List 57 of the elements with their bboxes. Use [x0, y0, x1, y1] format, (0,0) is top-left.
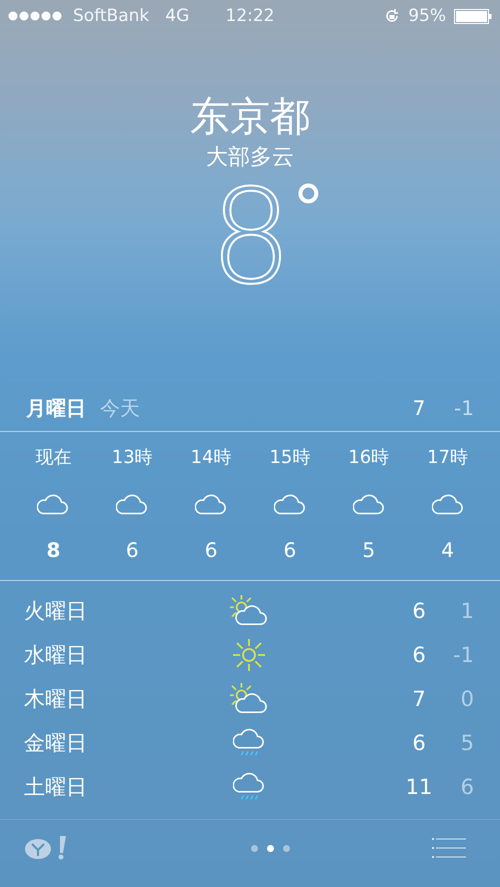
weekday-name: 金曜日 [24, 730, 88, 757]
logo-icon[interactable] [24, 835, 68, 861]
rain-cloud-icon [233, 728, 265, 758]
day-name: 月曜日 [26, 394, 86, 422]
hour-label: 14時 [190, 446, 232, 470]
low-temperature: 5 [460, 731, 474, 755]
high-temperature: 7 [412, 396, 426, 420]
battery-icon [454, 8, 492, 24]
high-temperature: 7 [411, 687, 427, 711]
degree-sign: ° [292, 178, 324, 242]
weather-condition: 大部多云 [206, 144, 294, 172]
cloud-icon [352, 494, 385, 516]
high-temperature: 6 [411, 599, 427, 623]
sun-behind-cloud-icon [230, 595, 268, 627]
low-temperature: 1 [460, 599, 474, 623]
rotation-lock-icon [384, 8, 400, 24]
current-temperature: 8 [210, 172, 292, 302]
cloud-icon [274, 494, 306, 516]
low-temperature: 6 [460, 775, 474, 799]
hour-label: 13時 [112, 446, 153, 470]
sun-behind-cloud-icon [230, 683, 268, 715]
list-icon[interactable] [432, 838, 466, 858]
low-temperature: 0 [460, 687, 474, 711]
hour-temperature: 4 [441, 538, 454, 562]
hour-label: 15時 [269, 446, 310, 470]
hour-label: 16時 [348, 446, 390, 470]
hour-temperature: 6 [284, 538, 296, 562]
rain-cloud-icon [233, 772, 265, 802]
weekday-name: 土曜日 [24, 774, 88, 801]
cloud-icon [116, 494, 148, 516]
hour-temperature: 6 [204, 538, 218, 562]
low-temperature: -1 [452, 643, 474, 667]
page-indicator-dot[interactable] [250, 844, 258, 852]
weekday-name: 火曜日 [24, 598, 88, 625]
weekday-name: 水曜日 [24, 642, 88, 669]
low-temperature: -1 [453, 396, 474, 420]
high-temperature: 6 [411, 643, 427, 667]
sun-icon [233, 639, 265, 671]
carrier-name: SoftBank [73, 6, 150, 26]
page-indicator-dot[interactable] [282, 844, 290, 852]
cloud-icon [37, 494, 70, 516]
high-temperature: 11 [404, 775, 434, 799]
network-type: 4G [165, 6, 190, 26]
hour-label: 17時 [427, 446, 468, 470]
hour-label: 现在 [35, 446, 72, 470]
hour-temperature: 6 [126, 538, 139, 562]
weekday-name: 木曜日 [24, 686, 88, 713]
clock-time: 12:22 [226, 6, 274, 26]
today-label: 今天 [100, 394, 140, 422]
cloud-icon [195, 494, 228, 516]
battery-percent: 95% [408, 6, 446, 26]
cloud-icon [432, 494, 464, 516]
city-name: 东京都 [190, 93, 310, 142]
high-temperature: 6 [411, 731, 427, 755]
hour-temperature: 5 [362, 538, 376, 562]
hour-temperature: 8 [46, 538, 60, 562]
page-indicator-dot[interactable] [266, 844, 274, 852]
